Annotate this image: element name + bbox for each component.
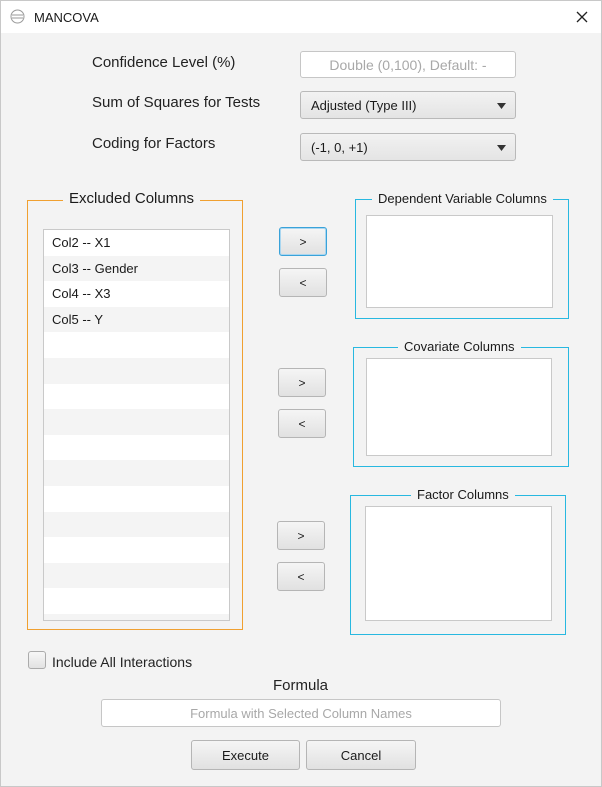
empty-list-row <box>44 460 229 486</box>
empty-list-row <box>44 409 229 435</box>
app-logo-icon <box>10 9 25 24</box>
empty-list-row <box>44 384 229 410</box>
sum-of-squares-value: Adjusted (Type III) <box>311 98 417 113</box>
empty-list-row <box>44 486 229 512</box>
empty-list-row <box>44 435 229 461</box>
factor-columns-title: Factor Columns <box>411 487 515 502</box>
covariate-columns-list[interactable] <box>366 358 552 456</box>
empty-list-row <box>44 537 229 563</box>
empty-list-row <box>44 613 229 620</box>
empty-list-row <box>44 332 229 358</box>
factor-columns-group: Factor Columns <box>350 487 566 635</box>
dependent-columns-group: Dependent Variable Columns <box>355 191 569 319</box>
execute-button[interactable]: Execute <box>191 740 300 770</box>
window-title: MANCOVA <box>34 10 99 25</box>
covariate-columns-title: Covariate Columns <box>398 339 521 354</box>
list-item[interactable]: Col5 -- Y <box>44 306 229 333</box>
remove-dependent-button[interactable]: < <box>279 268 327 297</box>
coding-factors-label: Coding for Factors <box>92 135 216 152</box>
dependent-columns-list[interactable] <box>366 215 553 308</box>
include-interactions-checkbox[interactable] <box>28 651 46 669</box>
formula-label: Formula <box>273 677 329 694</box>
chevron-down-icon <box>497 103 506 109</box>
include-interactions-label: Include All Interactions <box>52 654 193 670</box>
close-button[interactable] <box>567 5 597 29</box>
remove-factor-button[interactable]: < <box>277 562 325 591</box>
empty-list-row <box>44 511 229 538</box>
mancova-dialog: MANCOVA Confidence Level (%) Sum of Squa… <box>0 0 602 787</box>
sum-of-squares-label: Sum of Squares for Tests <box>92 94 261 111</box>
formula-input[interactable] <box>101 699 501 727</box>
covariate-columns-group: Covariate Columns <box>353 339 569 467</box>
empty-list-row <box>44 357 229 384</box>
add-covariate-button[interactable]: > <box>278 368 326 397</box>
remove-covariate-button[interactable]: < <box>278 409 326 438</box>
list-item[interactable]: Col2 -- X1 <box>44 230 229 256</box>
empty-list-row <box>44 562 229 589</box>
chevron-down-icon <box>497 145 506 151</box>
factor-columns-list[interactable] <box>365 506 552 621</box>
list-item[interactable]: Col3 -- Gender <box>44 255 229 282</box>
confidence-level-label: Confidence Level (%) <box>92 54 236 71</box>
coding-factors-select[interactable]: (-1, 0, +1) <box>300 133 516 161</box>
excluded-columns-list[interactable]: Col2 -- X1 Col3 -- Gender Col4 -- X3 Col… <box>43 229 230 621</box>
cancel-button[interactable]: Cancel <box>306 740 416 770</box>
excluded-columns-title: Excluded Columns <box>63 190 201 207</box>
add-dependent-button[interactable]: > <box>279 227 327 256</box>
confidence-level-input[interactable] <box>300 51 516 78</box>
coding-factors-value: (-1, 0, +1) <box>311 140 368 155</box>
close-icon <box>576 11 588 23</box>
title-bar: MANCOVA <box>1 1 601 33</box>
list-item[interactable]: Col4 -- X3 <box>44 281 229 307</box>
add-factor-button[interactable]: > <box>277 521 325 550</box>
dependent-columns-title: Dependent Variable Columns <box>372 191 553 206</box>
sum-of-squares-select[interactable]: Adjusted (Type III) <box>300 91 516 119</box>
excluded-columns-group: Excluded Columns Col2 -- X1 Col3 -- Gend… <box>27 190 243 630</box>
empty-list-row <box>44 588 229 614</box>
